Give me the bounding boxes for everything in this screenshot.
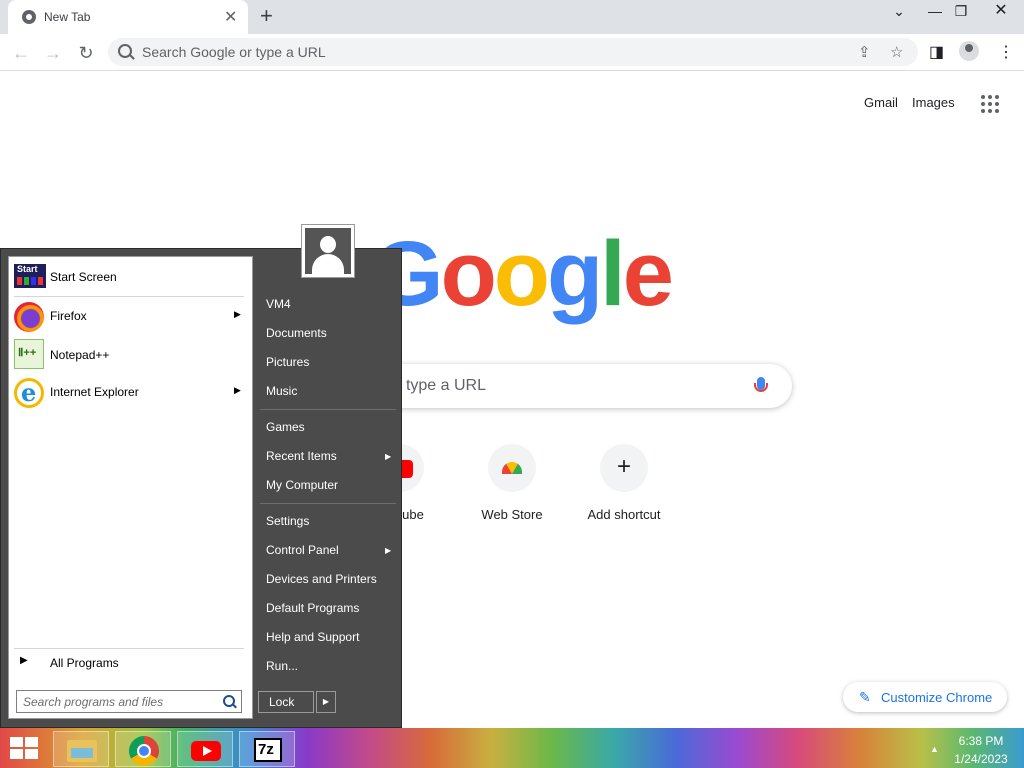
- start-screen-icon: Start: [14, 264, 46, 288]
- program-start-screen[interactable]: Start Start Screen: [14, 261, 246, 295]
- taskbar-youtube[interactable]: [177, 731, 233, 767]
- address-bar-placeholder: Search Google or type a URL: [142, 44, 326, 60]
- start-item-music[interactable]: Music: [266, 384, 297, 398]
- show-hidden-icons-icon[interactable]: ▲: [930, 744, 939, 754]
- program-label: Start Screen: [50, 270, 117, 284]
- clock-time[interactable]: 6:38 PM: [948, 734, 1014, 748]
- separator: [260, 409, 396, 410]
- search-icon[interactable]: [223, 695, 235, 707]
- start-item-my-computer[interactable]: My Computer: [266, 478, 338, 492]
- lock-options-arrow-icon[interactable]: ▶: [316, 691, 336, 713]
- voice-search-icon[interactable]: [754, 377, 768, 392]
- 7zip-icon: 7z: [254, 738, 282, 762]
- ie-glyph: e: [21, 378, 37, 407]
- tab-new-tab[interactable]: New Tab ✕: [8, 0, 248, 34]
- address-bar[interactable]: Search Google or type a URL ⇪ ☆: [108, 38, 918, 66]
- notepadpp-icon: Ⅱ++: [14, 339, 44, 369]
- logo-letter: o: [493, 223, 550, 325]
- submenu-arrow-icon: ▶: [234, 309, 241, 319]
- windows-start-icon[interactable]: [10, 737, 38, 759]
- taskbar-chrome[interactable]: [115, 731, 171, 767]
- chrome-menu-icon[interactable]: ⋮: [998, 42, 1014, 62]
- start-tile-text: Start: [17, 264, 38, 274]
- start-item-devices-printers[interactable]: Devices and Printers: [266, 572, 377, 586]
- customize-chrome-label: Customize Chrome: [881, 690, 993, 705]
- back-button[interactable]: ←: [8, 40, 34, 66]
- start-item-control-panel[interactable]: Control Panel: [266, 543, 339, 557]
- start-item-vm4[interactable]: VM4: [266, 297, 291, 311]
- separator: [14, 296, 244, 297]
- start-search-input[interactable]: Search programs and files: [16, 690, 242, 713]
- tab-close-icon[interactable]: ✕: [224, 7, 237, 27]
- program-label: Firefox: [50, 309, 87, 323]
- submenu-arrow-icon: ▶: [234, 385, 241, 395]
- start-item-default-programs[interactable]: Default Programs: [266, 601, 359, 615]
- pencil-icon: ✎: [859, 689, 871, 705]
- file-explorer-icon: [67, 740, 97, 762]
- new-tab-button[interactable]: +: [260, 3, 273, 29]
- start-search-placeholder: Search programs and files: [23, 695, 164, 709]
- clock-date[interactable]: 1/24/2023: [948, 752, 1014, 766]
- 7zip-label: 7z: [258, 741, 274, 758]
- start-item-documents[interactable]: Documents: [266, 326, 327, 340]
- program-notepadpp[interactable]: Ⅱ++ Notepad++: [14, 339, 246, 373]
- submenu-arrow-icon: ▶: [385, 546, 392, 555]
- shortcut-label: Add shortcut: [587, 507, 661, 522]
- program-label: Internet Explorer: [50, 385, 139, 399]
- start-item-games[interactable]: Games: [266, 420, 305, 434]
- images-link[interactable]: Images: [912, 95, 955, 110]
- web-store-icon: [502, 462, 522, 474]
- all-programs-arrow-icon: ▶: [20, 655, 28, 666]
- profile-avatar-icon[interactable]: [959, 41, 979, 61]
- all-programs-button[interactable]: All Programs: [50, 656, 119, 670]
- internet-explorer-icon: e: [14, 378, 44, 408]
- firefox-icon: [14, 302, 44, 332]
- shortcut-web-store[interactable]: [488, 444, 536, 492]
- gmail-link[interactable]: Gmail: [864, 95, 898, 110]
- submenu-arrow-icon: ▶: [385, 452, 392, 461]
- start-item-run[interactable]: Run...: [266, 659, 298, 673]
- npp-glyph: Ⅱ++: [18, 347, 37, 359]
- tab-search-icon[interactable]: ⌄: [882, 3, 916, 20]
- start-item-help-support[interactable]: Help and Support: [266, 630, 359, 644]
- chrome-icon: [129, 736, 159, 766]
- shortcut-label: Web Store: [481, 507, 543, 522]
- add-shortcut-button[interactable]: +: [600, 444, 648, 492]
- reload-button[interactable]: ↻: [73, 40, 99, 66]
- user-avatar-icon: [305, 228, 351, 274]
- share-icon[interactable]: ⇪: [858, 43, 871, 61]
- lock-label: Lock: [269, 695, 295, 709]
- search-icon: [118, 44, 132, 58]
- customize-chrome-button[interactable]: ✎ Customize Chrome: [843, 682, 1007, 712]
- start-item-recent-items[interactable]: Recent Items: [266, 449, 337, 463]
- start-item-pictures[interactable]: Pictures: [266, 355, 309, 369]
- logo-letter: l: [600, 223, 626, 325]
- bookmark-star-icon[interactable]: ☆: [890, 43, 903, 61]
- program-label: Notepad++: [50, 348, 110, 362]
- plus-icon: +: [616, 453, 631, 480]
- taskbar-file-explorer[interactable]: [53, 731, 109, 767]
- google-logo: Google: [372, 222, 674, 327]
- restore-button[interactable]: ❐: [944, 3, 978, 20]
- google-apps-icon[interactable]: [981, 95, 999, 113]
- youtube-icon: [191, 741, 221, 761]
- start-item-settings[interactable]: Settings: [266, 514, 309, 528]
- tab-title: New Tab: [44, 10, 91, 24]
- separator: [14, 648, 244, 649]
- lock-button[interactable]: Lock: [258, 691, 314, 713]
- logo-letter: e: [622, 223, 674, 325]
- program-firefox[interactable]: Firefox ▶: [14, 300, 246, 334]
- chrome-favicon-icon: [22, 10, 36, 24]
- logo-letter: g: [546, 223, 603, 325]
- logo-letter: o: [440, 223, 497, 325]
- user-picture[interactable]: [301, 224, 355, 278]
- taskbar-7zip[interactable]: 7z: [239, 731, 295, 767]
- separator: [260, 503, 396, 504]
- close-window-button[interactable]: ✕: [978, 0, 1024, 22]
- side-panel-icon[interactable]: ◨: [929, 42, 944, 62]
- forward-button[interactable]: →: [40, 40, 66, 66]
- program-internet-explorer[interactable]: e Internet Explorer ▶: [14, 376, 246, 410]
